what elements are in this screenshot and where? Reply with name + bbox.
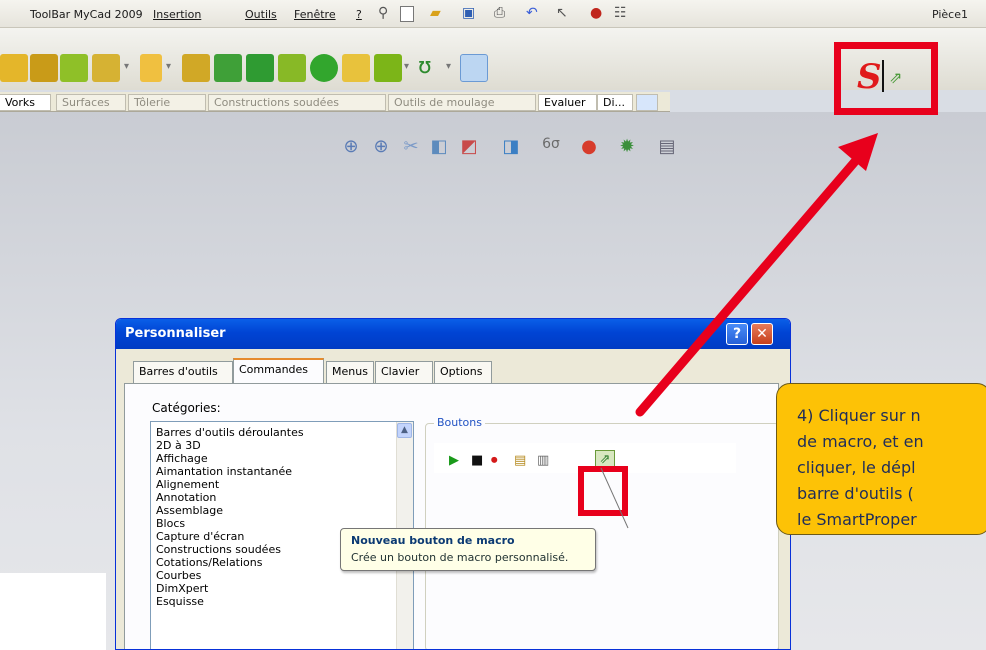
list-item[interactable]: Constructions soudées (156, 543, 281, 556)
section-view-icon[interactable]: ◧ (428, 136, 450, 158)
tab-constructions-soudees[interactable]: Constructions soudées (208, 94, 386, 111)
instant3d-icon[interactable] (460, 54, 488, 82)
menu-insertion[interactable]: Insertion (153, 8, 201, 21)
callout-line: le SmartProper (797, 510, 917, 529)
display-style-icon[interactable]: ◨ (500, 136, 522, 158)
tab-surfaces[interactable]: Surfaces (56, 94, 126, 111)
menu-help[interactable]: ? (356, 8, 362, 21)
rebuild-icon[interactable]: ● (590, 5, 602, 21)
tab-menus[interactable]: Menus (326, 361, 374, 383)
run-macro-icon[interactable]: ▶ (449, 454, 459, 468)
document-title: Pièce1 (931, 8, 968, 21)
menu-fenetre[interactable]: Fenêtre (294, 8, 336, 21)
revolve-icon[interactable] (30, 54, 58, 82)
macro-button-highlight (578, 466, 628, 516)
callout-line: 4) Cliquer sur n (797, 406, 921, 425)
dome-icon[interactable] (310, 54, 338, 82)
list-item[interactable]: Courbes (156, 569, 201, 582)
callout-line: de macro, et en (797, 432, 924, 451)
list-item[interactable]: Affichage (156, 452, 208, 465)
instruction-callout: 4) Cliquer sur n de macro, et en cliquer… (776, 383, 986, 535)
menu-outils[interactable]: Outils (245, 8, 277, 21)
record-macro-icon[interactable]: ⏺ (491, 454, 498, 468)
help-button[interactable]: ? (726, 323, 748, 345)
open-folder-icon[interactable]: ▰ (430, 5, 441, 21)
tab-outils-moulage[interactable]: Outils de moulage (388, 94, 536, 111)
list-item[interactable]: Capture d'écran (156, 530, 244, 543)
loft-icon[interactable] (92, 54, 120, 82)
dropdown-arrow-icon[interactable]: ▾ (124, 61, 129, 72)
dialog-title-bar[interactable]: Personnaliser ? ✕ (116, 319, 790, 349)
wrap-icon[interactable] (342, 54, 370, 82)
list-item[interactable]: Esquisse (156, 595, 204, 608)
list-item[interactable]: Barres d'outils déroulantes (156, 426, 304, 439)
tab-vorks[interactable]: Vorks (0, 94, 51, 111)
buttons-group-label: Boutons (434, 416, 485, 429)
list-item[interactable]: DimXpert (156, 582, 208, 595)
list-item[interactable]: Alignement (156, 478, 219, 491)
dropdown-arrow-icon[interactable]: ▾ (404, 61, 409, 72)
blank-panel (0, 573, 106, 650)
tooltip-text: Crée un bouton de macro personnalisé. (351, 551, 569, 564)
menu-toolbar-mycad[interactable]: ToolBar MyCad 2009 (30, 8, 143, 21)
list-item[interactable]: Blocs (156, 517, 185, 530)
previous-view-icon[interactable]: ✂ (400, 136, 422, 158)
scene-icon[interactable]: ✹ (616, 136, 638, 158)
callout-line: cliquer, le dépl (797, 458, 916, 477)
list-item[interactable]: Cotations/Relations (156, 556, 263, 569)
print-icon[interactable]: ⎙ (494, 5, 505, 21)
tab-tolerie[interactable]: Tôlerie (128, 94, 206, 111)
extrude-icon[interactable] (0, 54, 28, 82)
macro-button-tooltip: Nouveau bouton de macro Crée un bouton d… (340, 528, 596, 571)
tab-barres-outils[interactable]: Barres d'outils (133, 361, 233, 383)
command-manager-tabs: Vorks Surfaces Tôlerie Constructions sou… (0, 92, 670, 112)
stop-macro-icon[interactable]: ■ (471, 454, 483, 468)
customize-dialog: Personnaliser ? ✕ Barres d'outils Comman… (115, 318, 791, 650)
callout-line: barre d'outils ( (797, 484, 914, 503)
tab-evaluer[interactable]: Evaluer (538, 94, 597, 111)
menu-bar: ToolBar MyCad 2009 Insertion Outils Fenê… (0, 0, 986, 28)
zoom-to-fit-icon[interactable]: ⊕ (340, 136, 362, 158)
fillet-icon[interactable] (182, 54, 210, 82)
pattern-icon[interactable] (140, 54, 162, 82)
curves-icon[interactable]: ʊ (418, 54, 446, 82)
list-item[interactable]: Annotation (156, 491, 216, 504)
tab-options[interactable]: Options (434, 361, 492, 383)
new-document-icon[interactable] (400, 6, 414, 22)
view-settings-icon[interactable]: ▤ (656, 136, 678, 158)
select-pointer-icon[interactable]: ↖ (556, 5, 568, 21)
list-item[interactable]: 2D à 3D (156, 439, 201, 452)
zoom-area-icon[interactable]: ⊕ (370, 136, 392, 158)
toolbar-target-highlight (834, 42, 938, 115)
save-icon[interactable]: ▣ (462, 5, 475, 21)
dropdown-arrow-icon[interactable]: ▾ (166, 61, 171, 72)
close-button[interactable]: ✕ (751, 323, 773, 345)
list-item[interactable]: Assemblage (156, 504, 223, 517)
pushpin-icon[interactable]: ⚲ (378, 5, 388, 21)
list-item[interactable]: Aimantation instantanée (156, 465, 292, 478)
rib-icon[interactable] (278, 54, 306, 82)
sweep-icon[interactable] (60, 54, 88, 82)
view-orientation-icon[interactable]: ◩ (458, 136, 480, 158)
scroll-up-icon[interactable]: ▲ (397, 423, 412, 438)
tab-commandes[interactable]: Commandes (233, 358, 324, 384)
tooltip-title: Nouveau bouton de macro (351, 534, 515, 547)
hide-show-icon[interactable]: 6σ (540, 136, 562, 158)
shell-icon[interactable] (246, 54, 274, 82)
undo-icon[interactable]: ↶ (526, 5, 538, 21)
categories-label: Catégories: (152, 401, 221, 415)
appearance-icon[interactable]: ● (578, 136, 600, 158)
edit-macro-icon[interactable]: ▥ (537, 454, 549, 468)
tab-extra-icon[interactable] (636, 94, 658, 111)
dialog-title: Personnaliser (125, 326, 226, 341)
reference-geometry-icon[interactable] (374, 54, 402, 82)
options-icon[interactable]: ☷ (614, 5, 627, 21)
tab-clavier[interactable]: Clavier (375, 361, 433, 383)
tab-di[interactable]: Di... (597, 94, 633, 111)
dropdown-arrow-icon[interactable]: ▾ (446, 61, 451, 72)
chamfer-icon[interactable] (214, 54, 242, 82)
new-macro-icon[interactable]: ▤ (514, 454, 526, 468)
